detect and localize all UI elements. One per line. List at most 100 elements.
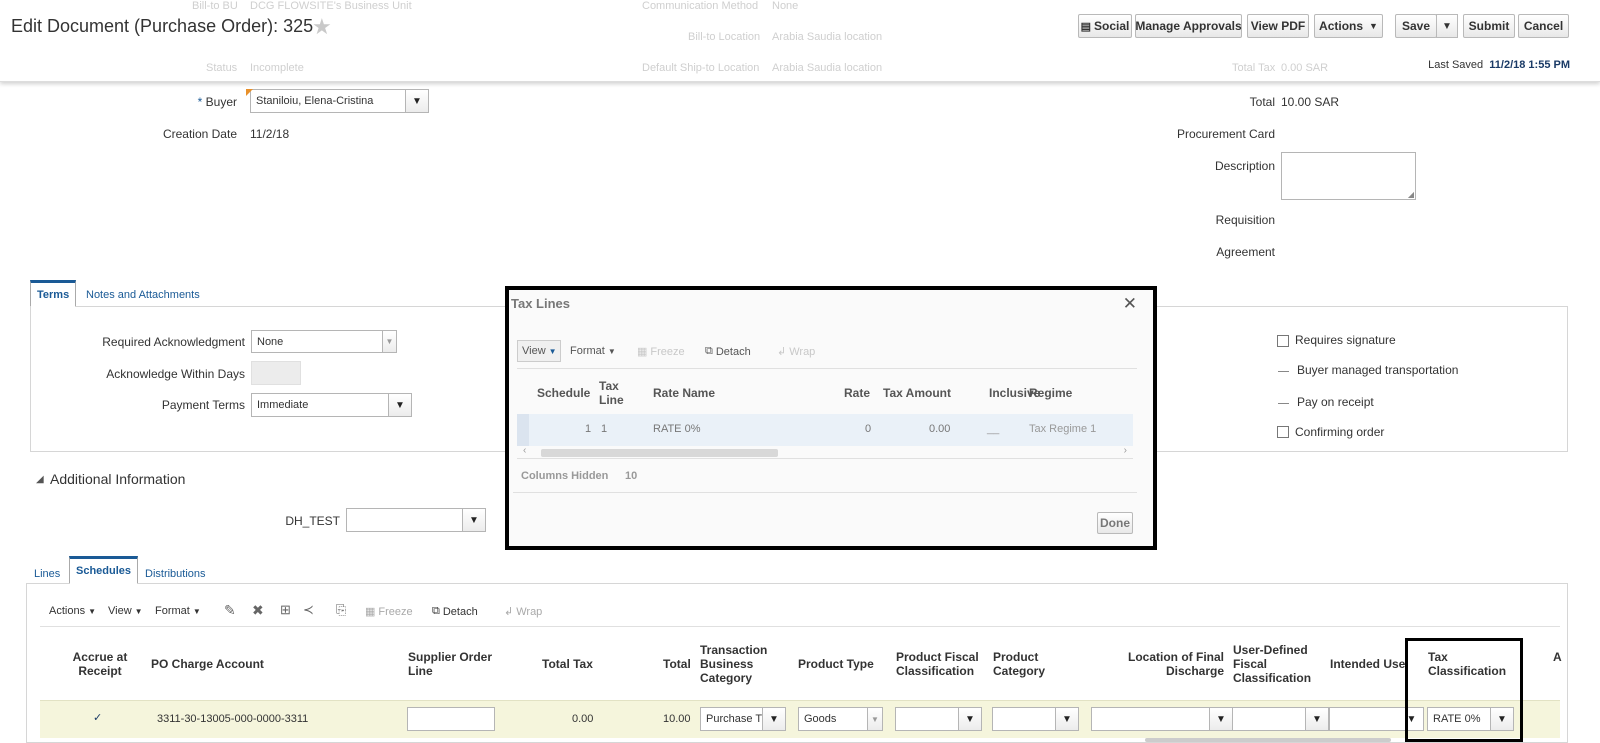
chevron-down-icon: ▼ [412, 95, 422, 107]
freeze-icon: ▦ [637, 346, 648, 358]
manage-approvals-button[interactable]: Manage Approvals [1135, 14, 1242, 38]
tax-lines-view-menu[interactable]: View ▼ [517, 340, 561, 362]
lines-wrap-button[interactable]: ↲ Wrap [504, 605, 542, 619]
location-of-final-discharge-input[interactable] [1091, 707, 1210, 731]
column-rate-name[interactable]: Rate Name [653, 386, 715, 400]
tax-classification-dropdown[interactable]: ▼ [1490, 707, 1514, 731]
column-product-category[interactable]: Product Category [993, 650, 1063, 678]
transaction-business-category-input[interactable]: Purchase Tr [700, 707, 763, 731]
product-type-select[interactable]: Goods [798, 707, 868, 731]
tab-schedules[interactable]: Schedules [69, 556, 139, 584]
tax-lines-title: Tax Lines [511, 296, 571, 311]
actions-menu-button[interactable]: Actions ▼ [1314, 14, 1383, 38]
column-location-of-final-discharge[interactable]: Location of Final Discharge [1122, 650, 1224, 678]
product-fiscal-classification-dropdown[interactable]: ▼ [958, 707, 982, 731]
column-regime[interactable]: Regime [1029, 386, 1072, 400]
edit-pencil-icon[interactable]: ✎ [224, 602, 236, 619]
dh-test-dropdown[interactable]: ▼ [462, 508, 486, 532]
buyer-dropdown[interactable]: ▼ [405, 89, 429, 113]
done-button[interactable]: Done [1097, 512, 1133, 534]
split-schedule-icon[interactable]: ⊞ [280, 602, 291, 618]
column-user-defined-fiscal-classification[interactable]: User-Defined Fiscal Classification [1233, 643, 1313, 685]
lines-freeze-button[interactable]: ▦ Freeze [365, 605, 413, 619]
location-of-final-discharge-dropdown[interactable]: ▼ [1209, 707, 1233, 731]
tax-lines-detach-button[interactable]: ⧉ Detach [705, 345, 751, 358]
submit-button[interactable]: Submit [1463, 14, 1515, 38]
total-tax-link[interactable]: 0.00 [572, 713, 593, 725]
product-category-dropdown[interactable]: ▼ [1055, 707, 1079, 731]
column-rate[interactable]: Rate [844, 386, 870, 400]
column-supplier-order-line[interactable]: Supplier Order Line [408, 650, 498, 678]
column-schedule[interactable]: Schedule [537, 386, 590, 400]
column-total-tax[interactable]: Total Tax [542, 657, 593, 671]
changed-indicator-icon [246, 89, 253, 96]
product-type-dropdown[interactable]: ▼ [867, 707, 883, 731]
payment-terms-dropdown[interactable]: ▼ [388, 393, 412, 417]
column-po-charge-account[interactable]: PO Charge Account [151, 657, 264, 671]
modal-horizontal-scrollbar[interactable]: ‹ › [517, 445, 1133, 459]
product-category-input[interactable] [992, 707, 1056, 731]
tax-lines-format-menu[interactable]: Format ▼ [570, 345, 616, 357]
po-charge-account-value[interactable]: 3311-30-13005-000-0000-3311 [157, 713, 308, 725]
column-transaction-business-category[interactable]: Transaction Business Category [700, 643, 780, 685]
column-total[interactable]: Total [663, 657, 691, 671]
column-intended-use[interactable]: Intended Use [1330, 657, 1405, 671]
save-options-dropdown[interactable]: ▼ [1436, 14, 1458, 38]
social-icon: ▤ [1080, 20, 1092, 33]
agreement-label: Agreement [1216, 245, 1275, 259]
default-ship-to-value: Arabia Saudia location [772, 62, 883, 74]
column-product-fiscal-classification[interactable]: Product Fiscal Classification [896, 650, 990, 678]
scroll-thumb[interactable] [541, 449, 778, 457]
communication-method-value: None [772, 0, 799, 12]
description-textarea[interactable]: ◢ [1281, 152, 1416, 200]
lines-actions-menu[interactable]: Actions ▼ [49, 605, 96, 617]
tab-distributions[interactable]: Distributions [139, 562, 212, 586]
user-defined-fiscal-classification-dropdown[interactable]: ▼ [1305, 707, 1329, 731]
requires-signature-checkbox[interactable] [1277, 335, 1289, 347]
tax-lines-wrap-button[interactable]: ↲ Wrap [777, 345, 815, 359]
column-tax-classification[interactable]: Tax Classification [1428, 650, 1508, 678]
export-icon[interactable]: ⎘ [336, 602, 346, 618]
view-pdf-button[interactable]: View PDF [1247, 14, 1309, 38]
cancel-button[interactable]: Cancel [1518, 14, 1569, 38]
buyer-input[interactable]: Staniloiu, Elena-Cristina [250, 89, 406, 113]
payment-terms-input[interactable]: Immediate [251, 393, 389, 417]
column-product-type[interactable]: Product Type [798, 657, 874, 671]
save-button[interactable]: Save [1395, 14, 1437, 38]
collapse-triangle-icon[interactable]: ◢ [36, 474, 44, 485]
chevron-down-icon: ▼ [192, 606, 201, 616]
transaction-business-category-dropdown[interactable]: ▼ [762, 707, 786, 731]
delete-x-icon[interactable]: ✖ [252, 602, 264, 619]
intended-use-dropdown[interactable]: ▼ [1400, 707, 1424, 731]
lines-detach-button[interactable]: ⧉ Detach [432, 605, 478, 618]
confirming-order-checkbox[interactable] [1277, 426, 1289, 438]
column-tax-amount[interactable]: Tax Amount [883, 386, 951, 400]
supplier-order-line-input[interactable] [407, 707, 495, 731]
product-fiscal-classification-input[interactable] [895, 707, 959, 731]
accrue-checkmark-icon: ✓ [93, 712, 103, 724]
total-label: Total [1249, 95, 1275, 109]
user-defined-fiscal-classification-input[interactable] [1232, 707, 1306, 731]
social-button[interactable]: ▤ Social [1078, 14, 1132, 38]
tab-lines[interactable]: Lines [28, 562, 66, 586]
favorite-star-icon[interactable]: ★ [312, 14, 332, 40]
share-icon[interactable]: ≺ [303, 602, 314, 618]
intended-use-input[interactable] [1329, 707, 1401, 731]
required-acknowledgment-select[interactable]: None [251, 330, 383, 353]
required-acknowledgment-dropdown[interactable]: ▼ [382, 330, 397, 353]
acknowledge-within-days-input[interactable] [251, 361, 301, 385]
lines-view-menu[interactable]: View ▼ [108, 605, 143, 617]
close-icon[interactable]: ✕ [1123, 294, 1137, 314]
column-partial-hidden[interactable]: A [1553, 650, 1562, 664]
tax-classification-input[interactable]: RATE 0% [1427, 707, 1491, 731]
schedule-cell: 1 [585, 423, 592, 435]
tax-lines-freeze-button[interactable]: ▦ Freeze [637, 345, 685, 359]
horizontal-scrollbar[interactable] [1145, 738, 1391, 742]
lines-format-menu[interactable]: Format ▼ [155, 605, 201, 617]
tab-terms[interactable]: Terms [30, 280, 77, 307]
column-accrue-at-receipt[interactable]: Accrue at Receipt [70, 650, 130, 678]
chevron-left-icon: ‹ [523, 445, 527, 456]
tab-notes-and-attachments[interactable]: Notes and Attachments [80, 283, 206, 307]
dh-test-input[interactable] [346, 508, 463, 532]
column-tax-line[interactable]: Tax Line [599, 379, 629, 407]
